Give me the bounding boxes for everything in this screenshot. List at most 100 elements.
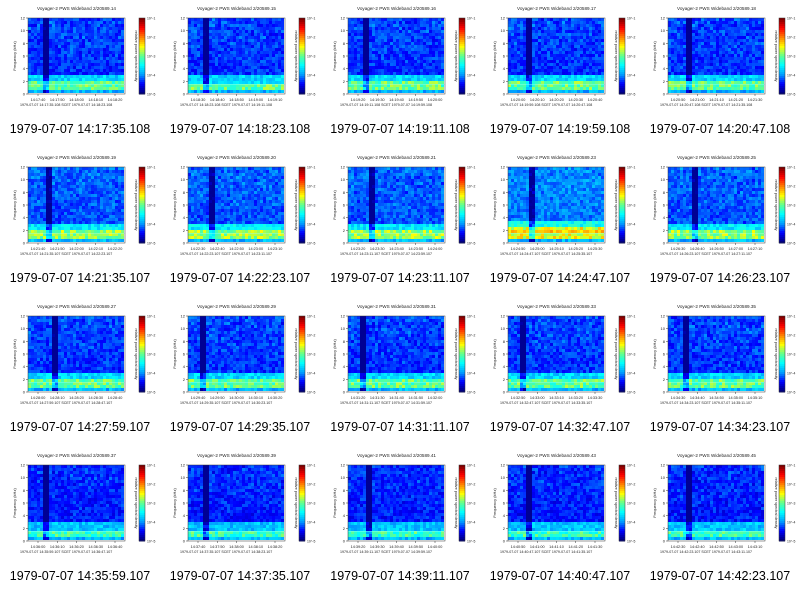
spectrogram-cell	[94, 206, 97, 209]
spectrogram-cell	[85, 72, 88, 75]
spectrogram-cell	[230, 27, 233, 30]
spectrogram-cell	[52, 90, 55, 93]
spectrogram-cell	[46, 21, 49, 24]
spectrogram-cell	[532, 72, 535, 75]
spectrogram-cell	[565, 33, 568, 36]
spectrogram-cell	[360, 72, 363, 75]
y-tick-label: 2	[663, 79, 666, 84]
spectrogram-cell	[121, 215, 124, 218]
x-tick-label: 14:19:00	[248, 98, 263, 102]
spectrogram-cell	[553, 42, 556, 45]
spectrogram-cell	[269, 78, 272, 81]
spectrogram-cell	[55, 33, 58, 36]
spectrogram-cell	[529, 21, 532, 24]
spectrogram-cell	[363, 63, 366, 66]
spectrogram-cell	[40, 66, 43, 69]
spectrogram-cell	[275, 72, 278, 75]
spectrogram-cell	[746, 87, 749, 90]
spectrogram-cell	[523, 45, 526, 48]
spectrogram-cell	[55, 203, 58, 206]
y-tick-label: 10	[181, 28, 186, 33]
spectrogram-cell	[728, 81, 731, 84]
spectrogram-cell	[752, 81, 755, 84]
spectrogram-cell	[70, 173, 73, 176]
spectrogram-cell	[695, 78, 698, 81]
spectrogram-cell	[67, 182, 70, 185]
spectrogram-cell	[94, 30, 97, 33]
spectrogram-cell	[704, 24, 707, 27]
spectrogram-cell	[680, 30, 683, 33]
spectrogram-cell	[70, 203, 73, 206]
spectrogram-cell	[435, 57, 438, 60]
spectrogram-cell	[387, 30, 390, 33]
spectrogram-cell	[31, 54, 34, 57]
spectrogram-cell	[260, 39, 263, 42]
spectrogram-cell	[46, 54, 49, 57]
spectrogram-cell	[215, 63, 218, 66]
spectrogram-cell	[70, 182, 73, 185]
spectrogram-cell	[94, 87, 97, 90]
colorbar-tick-label: 10^-2	[627, 35, 635, 39]
spectrogram-cell	[94, 21, 97, 24]
spectrogram-cell	[34, 66, 37, 69]
y-tick-label: 0	[503, 92, 506, 97]
spectrogram-cell	[91, 57, 94, 60]
spectrogram-cell	[728, 66, 731, 69]
spectrogram-cell	[215, 48, 218, 51]
spectrogram-cell	[245, 54, 248, 57]
spectrogram-cell	[254, 27, 257, 30]
spectrogram-cell	[191, 54, 194, 57]
spectrogram-cell	[677, 69, 680, 72]
spectrogram-cell	[601, 24, 604, 27]
spectrogram-cell	[408, 48, 411, 51]
spectrogram-cell	[58, 212, 61, 215]
spectrogram-cell	[761, 54, 764, 57]
spectrogram-cell	[212, 69, 215, 72]
spectrogram-cell	[402, 36, 405, 39]
spectrogram-cell	[82, 60, 85, 63]
spectrogram-cell	[686, 39, 689, 42]
spectrogram-cell	[734, 81, 737, 84]
spectrogram-cell	[441, 30, 444, 33]
spectrogram-cell	[532, 51, 535, 54]
spectrogram-cell	[565, 54, 568, 57]
spectrogram-cell	[257, 36, 260, 39]
spectrogram-cell	[677, 48, 680, 51]
spectrogram-cell	[112, 69, 115, 72]
spectrogram-cell	[55, 66, 58, 69]
spectrogram-cell	[541, 48, 544, 51]
spectrogram-cell	[221, 90, 224, 93]
spectrogram-cell	[514, 36, 517, 39]
spectrogram-cell	[396, 60, 399, 63]
spectrogram-cell	[85, 209, 88, 212]
spectrogram-cell	[544, 24, 547, 27]
spectrogram-cell	[710, 24, 713, 27]
spectrogram-cell	[369, 72, 372, 75]
plot-title: Voyager-2 PWS Wideband 2/20589.14	[37, 6, 116, 11]
spectrogram-cell	[112, 206, 115, 209]
spectrogram-cell	[761, 21, 764, 24]
y-tick-label: 8	[503, 41, 506, 46]
spectrogram-cell	[70, 51, 73, 54]
spectrogram-cell	[70, 24, 73, 27]
spectrogram-cell	[194, 18, 197, 21]
spectrogram-cell	[420, 45, 423, 48]
spectrogram-cell	[381, 24, 384, 27]
spectrogram-cell	[88, 81, 91, 84]
spectrogram-cell	[61, 212, 64, 215]
spectrogram-cell	[82, 69, 85, 72]
spectrogram-cell	[49, 167, 52, 170]
spectrogram-cell	[58, 45, 61, 48]
spectrogram-cell	[586, 27, 589, 30]
spectrogram-cell	[704, 63, 707, 66]
spectrogram-cell	[535, 30, 538, 33]
spectrogram-cell	[511, 54, 514, 57]
spectrogram-cell	[203, 48, 206, 51]
spectrogram-cell	[746, 75, 749, 78]
spectrogram-cell	[67, 218, 70, 221]
spectrogram-cell	[758, 72, 761, 75]
spectrogram-cell	[408, 42, 411, 45]
spectrogram-cell	[206, 78, 209, 81]
spectrogram-cell	[399, 78, 402, 81]
spectrogram-cell	[112, 173, 115, 176]
